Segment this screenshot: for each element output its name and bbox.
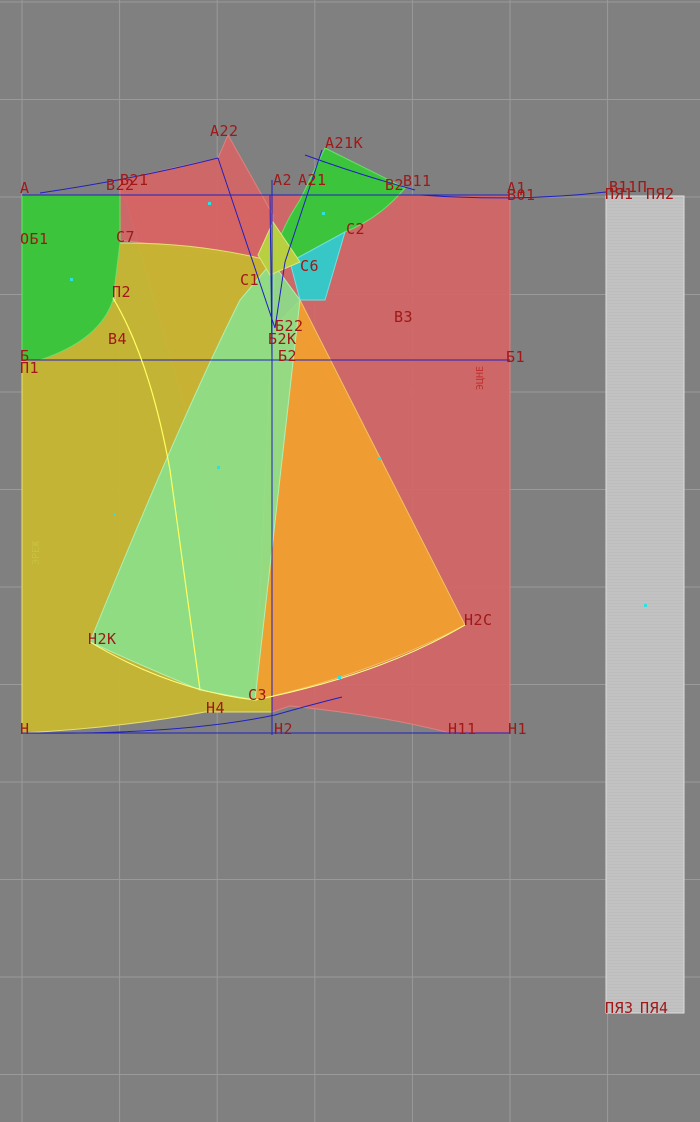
point-label-b22: B22 (106, 176, 135, 194)
point-label-pya4: ПЯ4 (640, 999, 669, 1017)
point-label-a22: A22 (210, 122, 239, 140)
point-label-h11: H11 (448, 720, 477, 738)
point-label-ob1: ОБ1 (20, 230, 49, 248)
point-label-pya3: ПЯ3 (605, 999, 634, 1017)
back-dart-upper[interactable] (119, 133, 274, 261)
pattern-drafting-canvas[interactable]: A B21B22A22A21KA2 A21 B2B11 A1B01 B11ППЯ1 ПЯ2О… (0, 0, 700, 1122)
point-label-b2c: Б2 (278, 347, 297, 365)
point-label-c7: C7 (116, 228, 135, 246)
point-label-c6: C6 (300, 257, 319, 275)
point-label-b01: B01 (507, 186, 536, 204)
point-label-a2: A2 (273, 171, 292, 189)
point-label-b4: B4 (108, 330, 127, 348)
point-label-b2k: Б2К (268, 330, 297, 348)
point-label-a21: A21 (298, 171, 327, 189)
point-label-c2: C2 (346, 220, 365, 238)
point-label-h2c: H2C (464, 611, 493, 629)
point-label-h2k: H2K (88, 630, 117, 648)
point-label-b1: Б1 (506, 348, 525, 366)
point-label-c1: C1 (240, 271, 259, 289)
point-label-h4: H4 (206, 699, 225, 717)
point-label-a: A (20, 179, 30, 197)
point-label-p1: П1 (20, 359, 39, 377)
point-label-c3: C3 (248, 686, 267, 704)
point-label-h1: H1 (508, 720, 527, 738)
front-grain-label: ЭРЕЖ (31, 541, 42, 565)
point-label-b2: B2 (385, 176, 404, 194)
point-label-b11: B11 (403, 172, 432, 190)
point-label-h2: H2 (274, 720, 293, 738)
back-grain-label: ЭЦНЕ (475, 366, 486, 390)
point-label-pya2: ПЯ2 (646, 185, 675, 203)
point-label-b3: B3 (394, 308, 413, 326)
point-label-p2: П2 (112, 283, 131, 301)
point-label-pya1: ПЯ1 (605, 185, 634, 203)
point-label-h: H (20, 720, 30, 738)
point-label-a21k: A21K (325, 134, 363, 152)
